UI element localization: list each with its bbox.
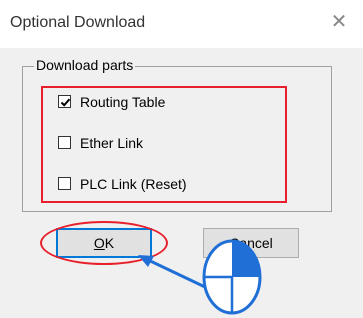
arrow-icon [138, 255, 206, 289]
mouse-click-icon [202, 239, 262, 315]
annotation-overlay [138, 239, 262, 315]
optional-download-dialog: Optional Download ✕ Download parts Routi… [0, 0, 363, 318]
